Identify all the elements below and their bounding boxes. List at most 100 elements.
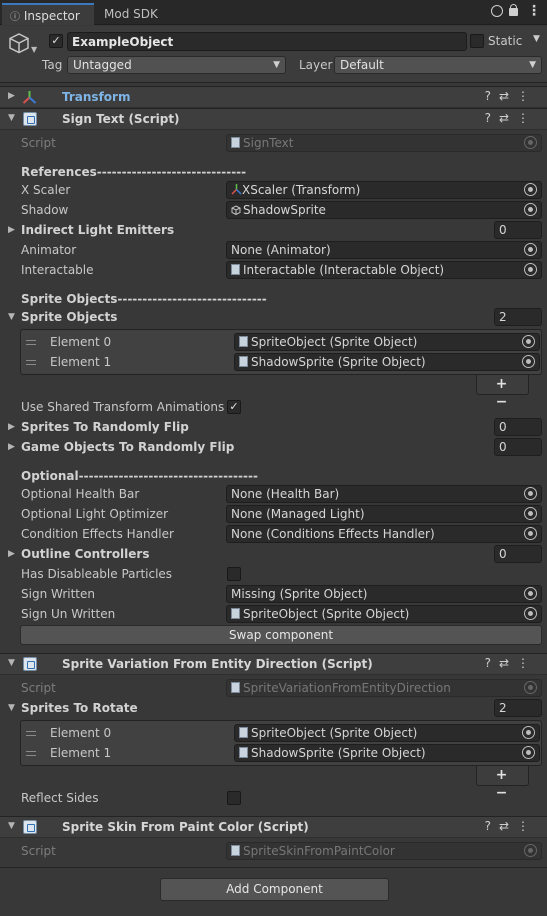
script-file-icon — [231, 137, 240, 148]
object-picker-icon[interactable] — [524, 587, 537, 600]
help-icon[interactable]: ? — [485, 89, 499, 103]
object-picker-icon[interactable] — [524, 487, 537, 500]
tab-inspector-label: Inspector — [23, 9, 80, 23]
static-checkbox[interactable] — [470, 34, 484, 48]
condition-value: None (Conditions Effects Handler) — [231, 527, 435, 541]
static-dropdown-icon[interactable]: ▼ — [533, 34, 540, 44]
indirect-light-emitters-label[interactable]: Indirect Light Emitters — [21, 221, 174, 239]
sprite-variation-component-header[interactable]: ▼ Sprite Variation From Entity Direction… — [0, 653, 547, 675]
use-shared-label: Use Shared Transform Animations — [21, 400, 225, 414]
element-field[interactable]: ShadowSprite (Sprite Object) — [234, 353, 540, 371]
object-picker-icon[interactable] — [524, 203, 537, 216]
foldout-collapsed-icon[interactable]: ▶ — [8, 225, 15, 235]
foldout-collapsed-icon[interactable]: ▶ — [8, 442, 15, 452]
list-item[interactable]: Element 1 ShadowSprite (Sprite Object) — [26, 744, 540, 764]
indirect-light-emitters-count[interactable]: 0 — [494, 221, 542, 239]
object-picker-icon[interactable] — [524, 527, 537, 540]
foldout-expanded-icon[interactable]: ▼ — [8, 658, 15, 668]
element-label: Element 0 — [50, 726, 112, 740]
drag-handle-icon[interactable] — [26, 360, 36, 365]
object-picker-icon[interactable] — [524, 263, 537, 276]
help-icon[interactable]: ? — [485, 111, 499, 125]
sign-written-field[interactable]: Missing (Sprite Object) — [226, 585, 542, 603]
drag-handle-icon[interactable] — [26, 340, 36, 345]
menu-icon[interactable]: ⋮ — [517, 111, 537, 125]
foldout-collapsed-icon[interactable]: ▶ — [8, 422, 15, 432]
sprite-objects-count[interactable]: 2 — [494, 308, 542, 326]
sprites-rotate-count[interactable]: 2 — [494, 699, 542, 717]
help-icon[interactable]: ? — [485, 656, 499, 670]
preset-icon[interactable]: ⇄ — [499, 111, 517, 125]
sign-text-component-header[interactable]: ▼ Sign Text (Script) ?⇄⋮ — [0, 108, 547, 130]
x-scaler-field[interactable]: XScaler (Transform) — [226, 181, 542, 199]
outline-controllers-label[interactable]: Outline Controllers — [21, 545, 149, 563]
sprite-objects-label[interactable]: Sprite Objects — [21, 308, 117, 326]
script-field: SignText — [226, 134, 542, 152]
foldout-expanded-icon[interactable]: ▼ — [8, 113, 15, 123]
preset-icon[interactable]: ⇄ — [499, 89, 517, 103]
object-name-field[interactable]: ExampleObject — [67, 32, 467, 51]
drag-handle-icon[interactable] — [26, 751, 36, 756]
object-picker-icon[interactable] — [522, 726, 535, 739]
script-icon — [23, 112, 37, 126]
interactable-field[interactable]: Interactable (Interactable Object) — [226, 261, 542, 279]
sprite-objects-header: Sprite Objects--------------------------… — [21, 292, 267, 306]
references-header: References------------------------------ — [21, 165, 247, 179]
sprites-rotate-label[interactable]: Sprites To Rotate — [21, 699, 138, 717]
menu-icon[interactable]: ⋮ — [517, 819, 537, 833]
tab-mod-sdk[interactable]: Mod SDK — [96, 3, 166, 25]
foldout-expanded-icon[interactable]: ▼ — [8, 312, 15, 322]
tag-dropdown[interactable]: Untagged ▼ — [67, 56, 286, 74]
foldout-expanded-icon[interactable]: ▼ — [8, 821, 15, 831]
go-flip-label[interactable]: Game Objects To Randomly Flip — [21, 438, 234, 456]
object-picker-icon[interactable] — [524, 507, 537, 520]
swap-component-button[interactable]: Swap component — [20, 625, 542, 645]
foldout-collapsed-icon[interactable]: ▶ — [8, 549, 15, 559]
add-remove-buttons[interactable]: + − — [476, 375, 529, 410]
add-component-button[interactable]: Add Component — [160, 878, 389, 901]
outline-controllers-count[interactable]: 0 — [494, 545, 542, 563]
preset-icon[interactable]: ⇄ — [499, 819, 517, 833]
sprite-skin-title: Sprite Skin From Paint Color (Script) — [62, 820, 309, 834]
object-picker-icon[interactable] — [522, 746, 535, 759]
go-flip-count[interactable]: 0 — [494, 438, 542, 456]
add-remove-buttons[interactable]: + − — [476, 766, 529, 801]
foldout-collapsed-icon[interactable]: ▶ — [8, 91, 15, 101]
debug-circle-icon[interactable] — [491, 5, 503, 17]
tab-inspector[interactable]: ⓘ Inspector — [2, 3, 94, 25]
object-picker-icon[interactable] — [524, 243, 537, 256]
animator-field[interactable]: None (Animator) — [226, 241, 542, 259]
active-checkbox[interactable]: ✓ — [49, 34, 63, 48]
element-field[interactable]: SpriteObject (Sprite Object) — [234, 724, 540, 742]
menu-icon[interactable]: ⋮ — [527, 3, 541, 19]
menu-icon[interactable]: ⋮ — [517, 89, 537, 103]
particles-checkbox[interactable] — [227, 567, 241, 581]
transform-component-header[interactable]: ▶ Transform ?⇄⋮ — [0, 86, 547, 108]
preset-icon[interactable]: ⇄ — [499, 656, 517, 670]
reflect-sides-checkbox[interactable] — [227, 791, 241, 805]
object-picker-icon[interactable] — [522, 335, 535, 348]
drag-handle-icon[interactable] — [26, 731, 36, 736]
list-item[interactable]: Element 1 ShadowSprite (Sprite Object) — [26, 353, 540, 373]
sprites-flip-count[interactable]: 0 — [494, 418, 542, 436]
list-item[interactable]: Element 0 SpriteObject (Sprite Object) — [26, 333, 540, 353]
foldout-expanded-icon[interactable]: ▼ — [8, 703, 15, 713]
light-optimizer-field[interactable]: None (Managed Light) — [226, 505, 542, 523]
layer-dropdown[interactable]: Default ▼ — [334, 56, 542, 74]
element-field[interactable]: SpriteObject (Sprite Object) — [234, 333, 540, 351]
shadow-field[interactable]: ShadowSprite — [226, 201, 542, 219]
sign-unwritten-field[interactable]: SpriteObject (Sprite Object) — [226, 605, 542, 623]
object-picker-icon[interactable] — [522, 355, 535, 368]
sprites-flip-label[interactable]: Sprites To Randomly Flip — [21, 418, 189, 436]
object-picker-icon[interactable] — [524, 607, 537, 620]
condition-field[interactable]: None (Conditions Effects Handler) — [226, 525, 542, 543]
health-field[interactable]: None (Health Bar) — [226, 485, 542, 503]
help-icon[interactable]: ? — [485, 819, 499, 833]
sprite-skin-component-header[interactable]: ▼ Sprite Skin From Paint Color (Script) … — [0, 816, 547, 838]
element-field[interactable]: ShadowSprite (Sprite Object) — [234, 744, 540, 762]
list-item[interactable]: Element 0 SpriteObject (Sprite Object) — [26, 724, 540, 744]
icon-dropdown-arrow-icon[interactable]: ▼ — [31, 45, 37, 54]
object-picker-icon[interactable] — [524, 183, 537, 196]
use-shared-checkbox[interactable]: ✓ — [227, 400, 241, 414]
menu-icon[interactable]: ⋮ — [517, 656, 537, 670]
